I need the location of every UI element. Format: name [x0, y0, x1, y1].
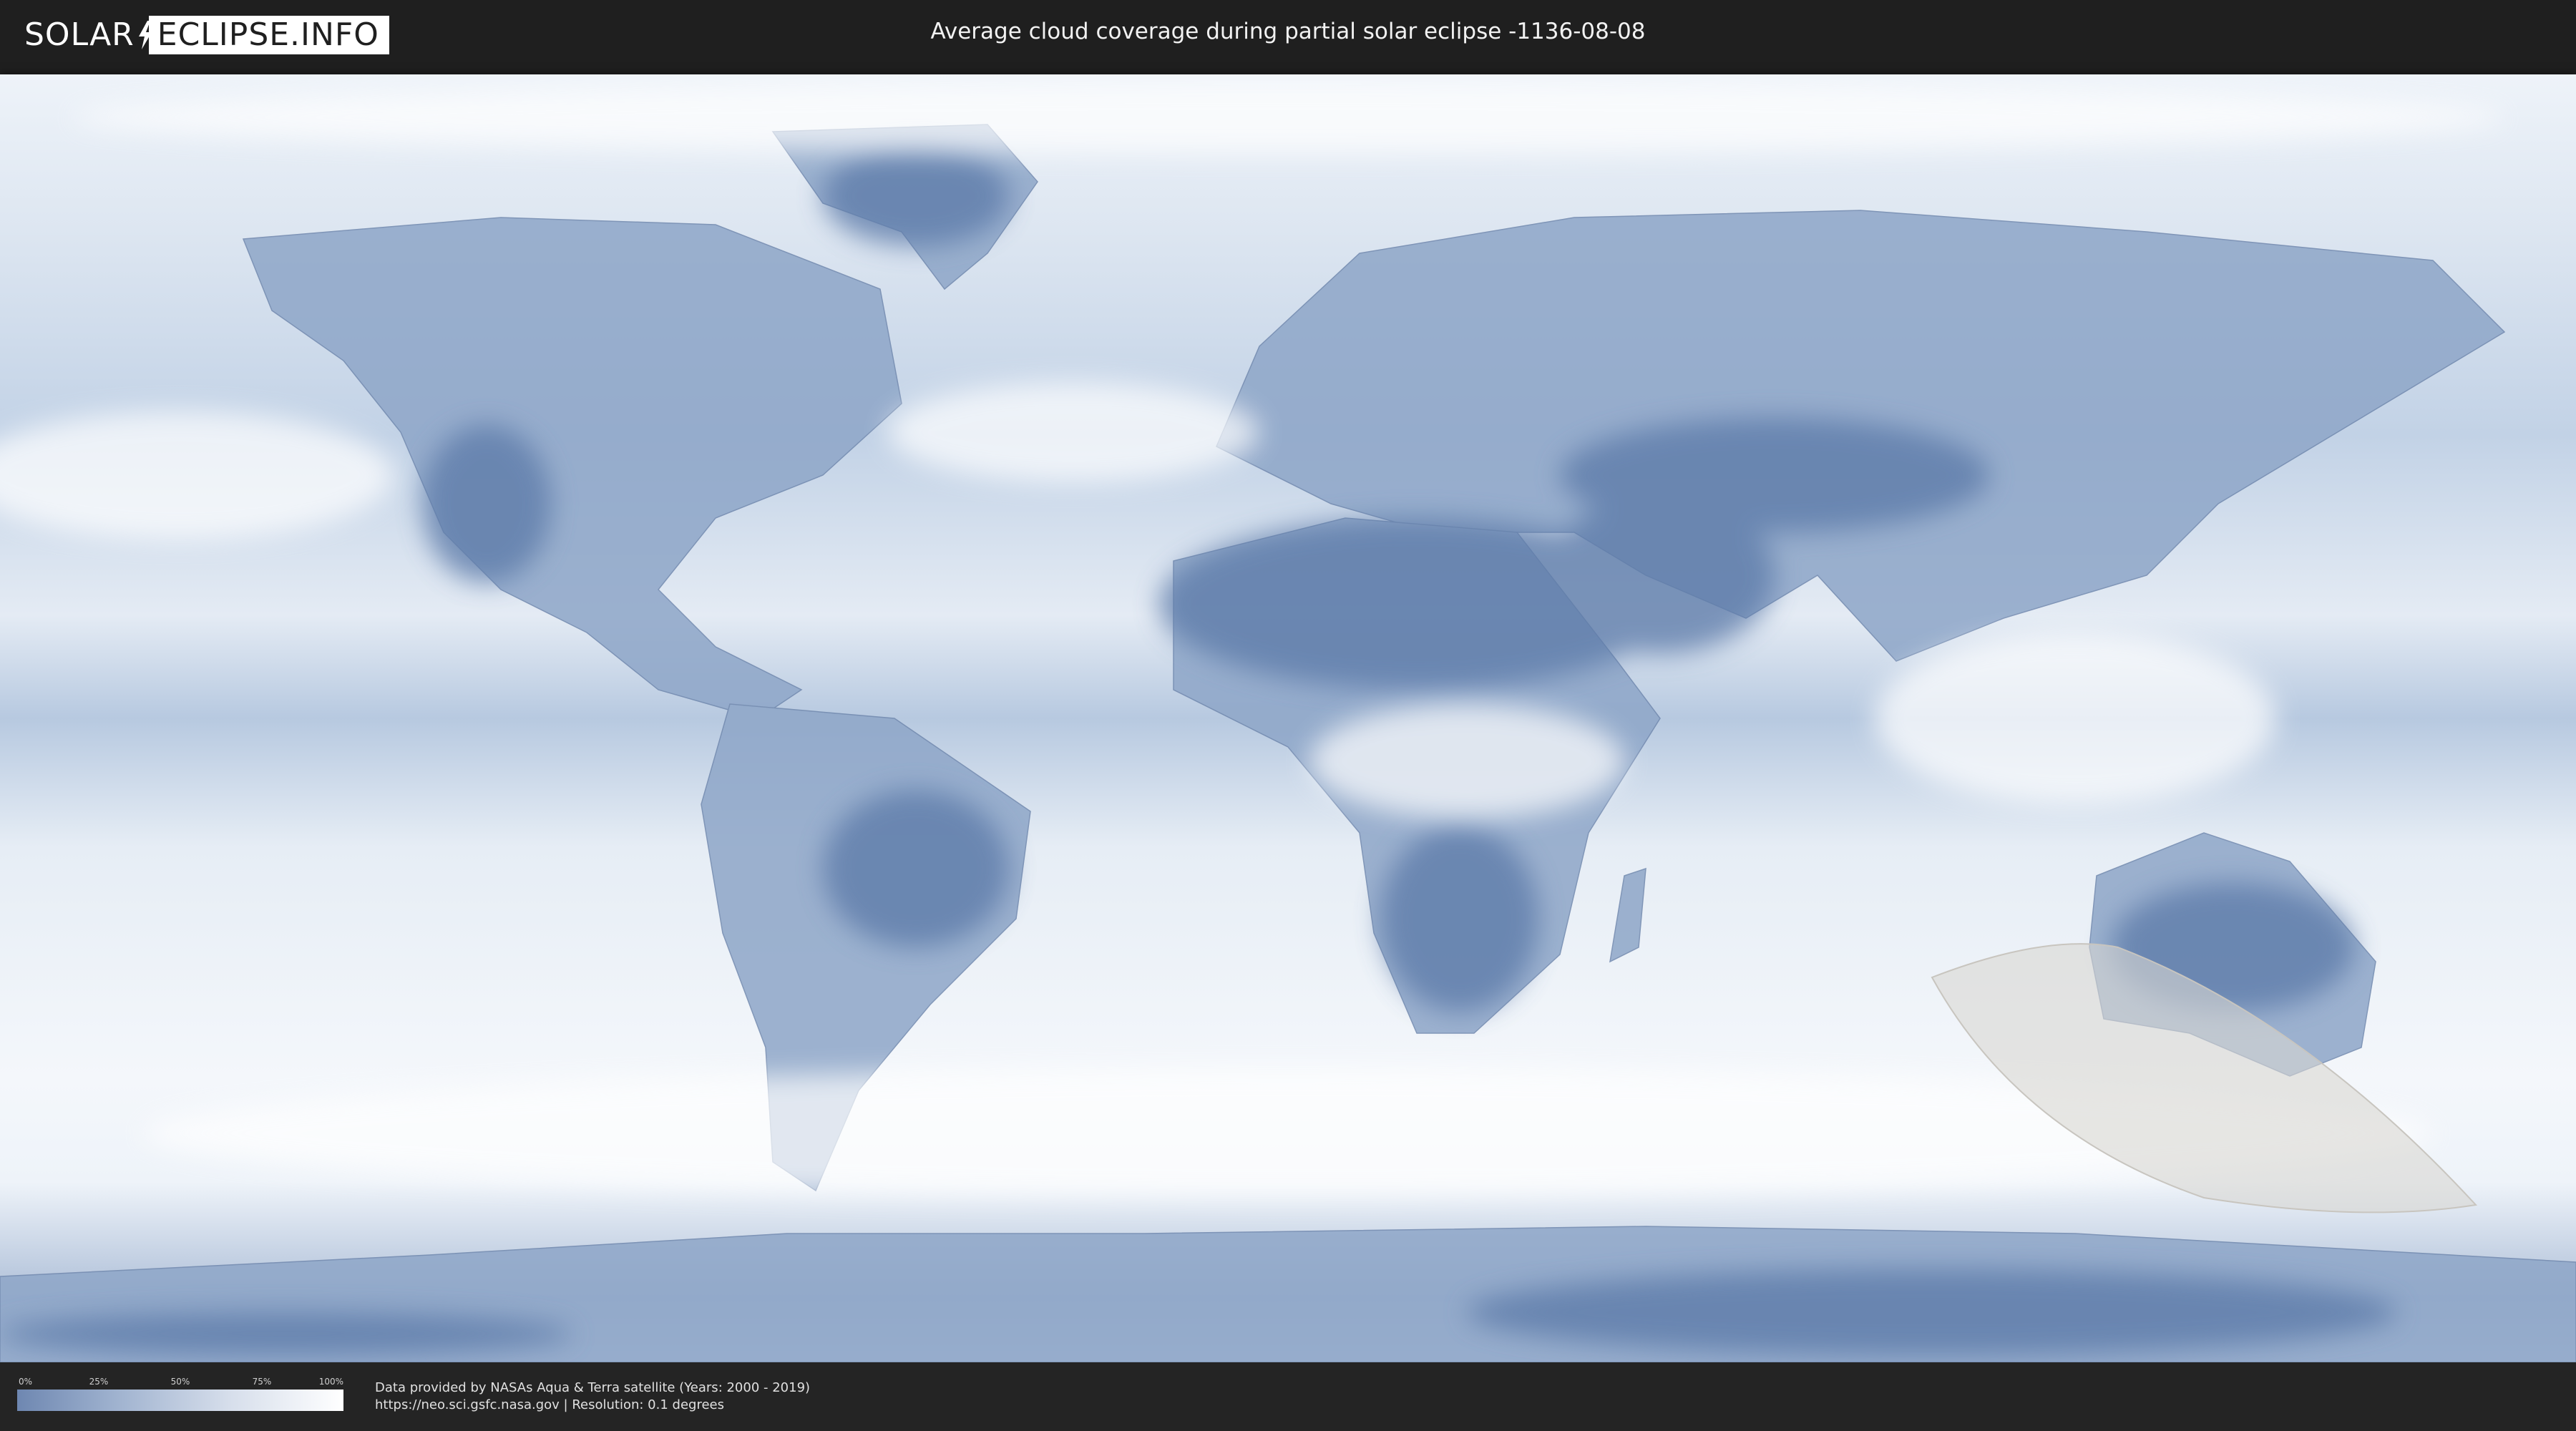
legend-tick-100: 100% — [318, 1377, 343, 1387]
cloud-band-arctic — [72, 82, 2504, 153]
cloud-band-central-africa — [1309, 704, 1624, 819]
cloud-band-southeast-asia — [1875, 633, 2275, 804]
cloud-coverage-map[interactable] — [0, 74, 2576, 1362]
legend-gradient-bar — [17, 1390, 343, 1411]
cloud-band-north-atlantic — [887, 382, 1259, 482]
clear-antarctica-west — [0, 1312, 572, 1355]
footer-bar: 0% 25% 50% 75% 100% Data provided by NAS… — [0, 1362, 2576, 1431]
legend-tick-50: 50% — [170, 1377, 190, 1387]
clear-asia — [1560, 418, 1989, 532]
clear-greenland — [823, 146, 1009, 246]
legend-tick-0: 0% — [19, 1377, 33, 1387]
clear-brazil — [823, 790, 1009, 947]
data-credits: Data provided by NASAs Aqua & Terra sate… — [375, 1379, 810, 1414]
clear-antarctica — [1467, 1269, 2397, 1355]
legend-tick-75: 75% — [252, 1377, 272, 1387]
credits-link[interactable]: https://neo.sci.gsfc.nasa.gov | Resoluti… — [375, 1397, 810, 1414]
legend-ticks: 0% 25% 50% 75% 100% — [17, 1377, 343, 1390]
page-title: Average cloud coverage during partial so… — [930, 19, 1646, 44]
header-bar: SOLAR ECLIPSE.INFO Average cloud coverag… — [0, 0, 2576, 72]
clear-us-west — [422, 425, 551, 582]
clear-southern-africa — [1381, 826, 1538, 1012]
world-map-svg — [0, 74, 2576, 1362]
cloud-legend: 0% 25% 50% 75% 100% — [17, 1377, 343, 1411]
lightning-icon — [138, 21, 152, 49]
legend-tick-25: 25% — [89, 1377, 109, 1387]
credits-source: Data provided by NASAs Aqua & Terra sate… — [375, 1380, 811, 1395]
